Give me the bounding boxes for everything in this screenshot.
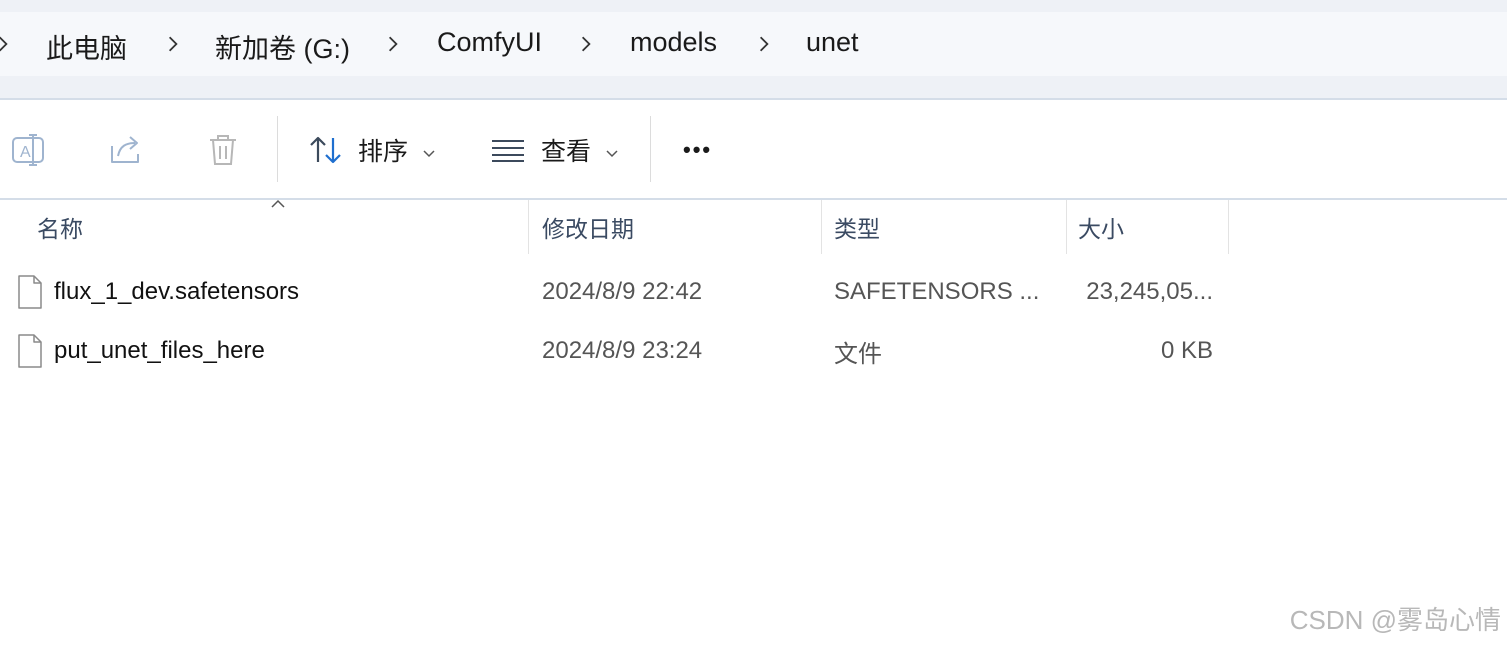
column-divider[interactable] <box>528 200 529 254</box>
toolbar-separator <box>277 116 278 182</box>
more-options-button[interactable]: ••• <box>683 128 712 172</box>
chevron-down-icon <box>605 136 619 165</box>
breadcrumb-item-comfyui[interactable]: ComfyUI <box>437 27 542 58</box>
file-date: 2024/8/9 23:24 <box>542 337 703 364</box>
column-header-type[interactable]: 类型 <box>834 200 880 254</box>
file-row[interactable]: flux_1_dev.safetensors 2024/8/9 22:42 SA… <box>0 263 1507 321</box>
breadcrumb[interactable]: 此电脑 新加卷 (G:) ComfyUI models unet <box>0 12 1507 76</box>
column-divider[interactable] <box>1228 200 1229 254</box>
divider <box>0 198 1507 200</box>
watermark: CSDN @雾岛心情 <box>1289 605 1501 635</box>
file-icon <box>18 275 42 309</box>
window-top-strip <box>0 0 1507 12</box>
address-band <box>0 76 1507 98</box>
chevron-down-icon <box>422 136 436 165</box>
view-lines-icon <box>491 137 525 163</box>
column-header-size[interactable]: 大小 <box>1078 200 1124 254</box>
file-size: 23,245,05... <box>1086 278 1213 305</box>
sort-label: 排序 <box>358 138 409 166</box>
trash-icon[interactable] <box>205 132 241 168</box>
sort-icon <box>308 134 344 166</box>
file-name: put_unet_files_here <box>54 337 265 364</box>
file-icon <box>18 334 42 368</box>
sort-button[interactable]: 排序 <box>308 128 436 172</box>
breadcrumb-item-models[interactable]: models <box>630 27 717 58</box>
file-row[interactable]: put_unet_files_here 2024/8/9 23:24 文件 0 … <box>0 322 1507 380</box>
more-icon: ••• <box>683 137 713 162</box>
chevron-right-icon[interactable] <box>386 36 400 52</box>
toolbar-separator <box>650 116 651 182</box>
chevron-right-icon[interactable] <box>579 36 593 52</box>
view-button[interactable]: 查看 <box>491 128 619 172</box>
breadcrumb-item-unet[interactable]: unet <box>806 27 859 58</box>
sort-ascending-caret-icon <box>271 199 285 208</box>
chevron-right-icon[interactable] <box>0 36 10 52</box>
column-header-name[interactable]: 名称 <box>37 200 83 254</box>
file-name: flux_1_dev.safetensors <box>54 278 300 305</box>
file-type: SAFETENSORS ... <box>834 278 1040 305</box>
share-icon[interactable] <box>108 132 144 168</box>
view-label: 查看 <box>541 138 592 166</box>
column-divider[interactable] <box>821 200 822 254</box>
column-divider[interactable] <box>1066 200 1067 254</box>
file-date: 2024/8/9 22:42 <box>542 278 703 305</box>
chevron-right-icon[interactable] <box>166 36 180 52</box>
svg-text:A: A <box>20 144 31 161</box>
breadcrumb-item-this-pc[interactable]: 此电脑 <box>46 27 127 66</box>
file-type: 文件 <box>834 340 882 368</box>
file-size: 0 KB <box>1160 337 1213 364</box>
chevron-right-icon[interactable] <box>757 36 771 52</box>
breadcrumb-item-drive[interactable]: 新加卷 (G:) <box>215 27 350 66</box>
rename-icon[interactable]: A <box>10 132 46 168</box>
column-header-date[interactable]: 修改日期 <box>542 200 634 254</box>
